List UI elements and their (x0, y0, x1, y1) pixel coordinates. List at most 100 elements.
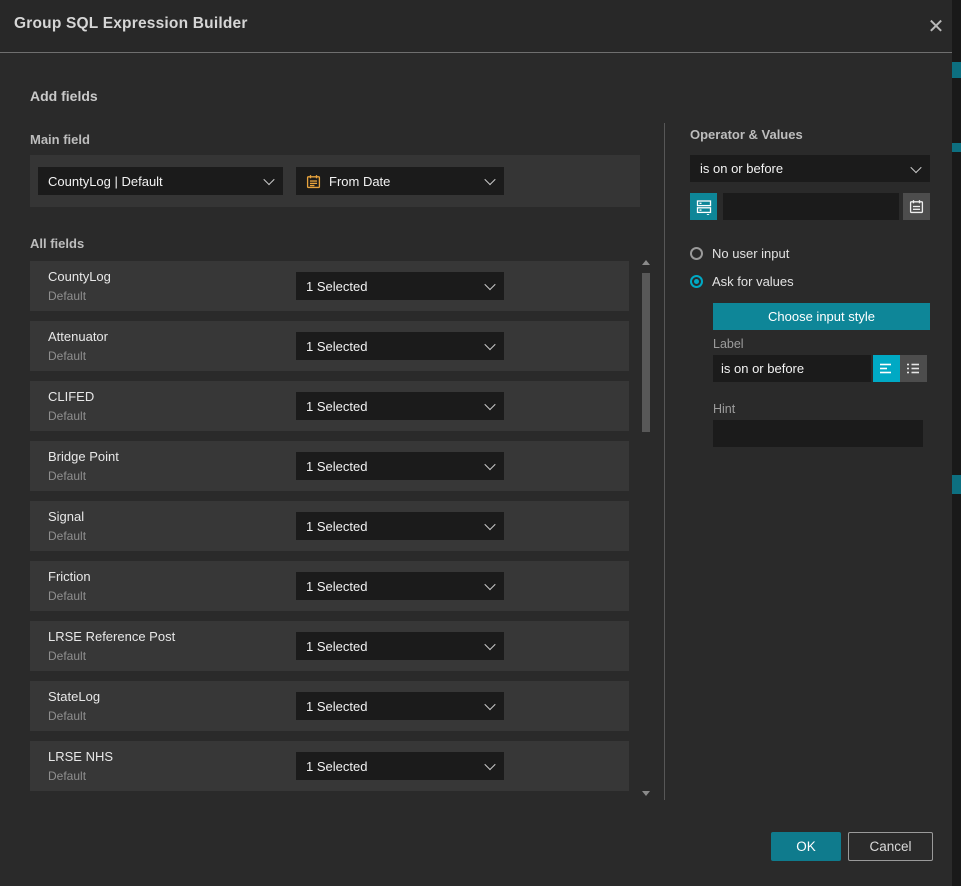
field-sublabel: Default (48, 469, 86, 483)
vertical-divider (664, 123, 665, 800)
chevron-down-icon (484, 459, 495, 470)
field-dropdown-value: From Date (329, 174, 478, 189)
chevron-down-icon (484, 759, 495, 770)
field-selected-value: 1 Selected (306, 519, 486, 534)
radio-unchecked-icon (690, 247, 703, 260)
calendar-icon (909, 199, 924, 214)
field-row: StateLog Default 1 Selected (30, 681, 629, 731)
field-sublabel: Default (48, 709, 86, 723)
chevron-down-icon (484, 339, 495, 350)
field-selected-dropdown[interactable]: 1 Selected (296, 752, 504, 780)
radio-checked-icon (690, 275, 703, 288)
field-selected-dropdown[interactable]: 1 Selected (296, 512, 504, 540)
field-sublabel: Default (48, 289, 86, 303)
single-input-style-button[interactable] (873, 355, 900, 382)
cancel-button[interactable]: Cancel (848, 832, 933, 861)
all-fields-list: CountyLog Default 1 Selected Attenuator … (30, 261, 629, 801)
chevron-down-icon (484, 639, 495, 650)
field-selected-value: 1 Selected (306, 459, 486, 474)
field-sublabel: Default (48, 349, 86, 363)
hint-caption: Hint (713, 402, 735, 416)
field-row: Bridge Point Default 1 Selected (30, 441, 629, 491)
ask-for-values-label: Ask for values (712, 274, 794, 289)
field-selected-dropdown[interactable]: 1 Selected (296, 452, 504, 480)
close-icon[interactable]: ✕ (923, 13, 949, 39)
date-value-input[interactable] (723, 193, 899, 220)
background-app-edge (952, 0, 961, 886)
field-selected-value: 1 Selected (306, 579, 486, 594)
chevron-down-icon (910, 161, 921, 172)
field-row: Attenuator Default 1 Selected (30, 321, 629, 371)
field-row: LRSE NHS Default 1 Selected (30, 741, 629, 791)
field-selected-dropdown[interactable]: 1 Selected (296, 272, 504, 300)
fields-list-scrollbar[interactable] (641, 256, 652, 800)
group-sql-expression-builder-dialog: Group SQL Expression Builder ✕ Add field… (0, 0, 961, 886)
field-selected-dropdown[interactable]: 1 Selected (296, 632, 504, 660)
main-field-field-dropdown[interactable]: From Date (296, 167, 504, 195)
choose-input-style-button[interactable]: Choose input style (713, 303, 930, 330)
align-left-icon (879, 362, 894, 375)
field-sublabel: Default (48, 409, 86, 423)
no-user-input-label: No user input (712, 246, 789, 261)
add-fields-heading: Add fields (30, 88, 98, 104)
field-selected-value: 1 Selected (306, 639, 486, 654)
field-selected-dropdown[interactable]: 1 Selected (296, 332, 504, 360)
date-picker-button[interactable] (903, 193, 930, 220)
no-user-input-radio[interactable]: No user input (690, 246, 789, 261)
field-row: CountyLog Default 1 Selected (30, 261, 629, 311)
chevron-down-icon (484, 279, 495, 290)
scroll-up-icon[interactable] (642, 260, 650, 265)
field-selected-dropdown[interactable]: 1 Selected (296, 572, 504, 600)
field-sublabel: Default (48, 529, 86, 543)
field-selected-value: 1 Selected (306, 399, 486, 414)
value-type-button[interactable] (690, 193, 717, 220)
chevron-down-icon (484, 174, 495, 185)
dataset-dropdown-value: CountyLog | Default (48, 174, 265, 189)
field-name: Friction (48, 569, 91, 584)
field-sublabel: Default (48, 769, 86, 783)
ok-button[interactable]: OK (771, 832, 841, 861)
field-row: LRSE Reference Post Default 1 Selected (30, 621, 629, 671)
edge-fragment (952, 475, 961, 494)
field-name: CLIFED (48, 389, 94, 404)
operator-dropdown[interactable]: is on or before (690, 155, 930, 182)
ask-for-values-radio[interactable]: Ask for values (690, 274, 794, 289)
field-name: Attenuator (48, 329, 108, 344)
chevron-down-icon (484, 699, 495, 710)
field-name: LRSE NHS (48, 749, 113, 764)
field-row: Signal Default 1 Selected (30, 501, 629, 551)
operator-values-heading: Operator & Values (690, 127, 803, 142)
field-row: CLIFED Default 1 Selected (30, 381, 629, 431)
main-field-dataset-dropdown[interactable]: CountyLog | Default (38, 167, 283, 195)
scrollbar-thumb[interactable] (642, 273, 650, 432)
label-input[interactable] (713, 355, 871, 382)
field-selected-value: 1 Selected (306, 699, 486, 714)
field-name: Bridge Point (48, 449, 119, 464)
label-caption: Label (713, 337, 744, 351)
main-field-heading: Main field (30, 132, 90, 147)
edge-fragment (952, 143, 961, 152)
list-input-style-button[interactable] (900, 355, 927, 382)
all-fields-heading: All fields (30, 236, 84, 251)
scroll-down-icon[interactable] (642, 791, 650, 796)
chevron-down-icon (484, 519, 495, 530)
field-name: CountyLog (48, 269, 111, 284)
operator-dropdown-value: is on or before (700, 161, 912, 176)
chevron-down-icon (484, 579, 495, 590)
title-bar: Group SQL Expression Builder ✕ (0, 0, 952, 53)
field-sublabel: Default (48, 589, 86, 603)
field-selected-dropdown[interactable]: 1 Selected (296, 692, 504, 720)
dialog-title: Group SQL Expression Builder (14, 15, 248, 33)
field-name: LRSE Reference Post (48, 629, 175, 644)
field-sublabel: Default (48, 649, 86, 663)
edge-fragment (952, 62, 961, 78)
stacked-values-icon (696, 199, 712, 215)
field-selected-dropdown[interactable]: 1 Selected (296, 392, 504, 420)
hint-input[interactable] (713, 420, 923, 447)
field-selected-value: 1 Selected (306, 339, 486, 354)
field-name: Signal (48, 509, 84, 524)
field-selected-value: 1 Selected (306, 279, 486, 294)
chevron-down-icon (263, 174, 274, 185)
field-row: Friction Default 1 Selected (30, 561, 629, 611)
chevron-down-icon (484, 399, 495, 410)
